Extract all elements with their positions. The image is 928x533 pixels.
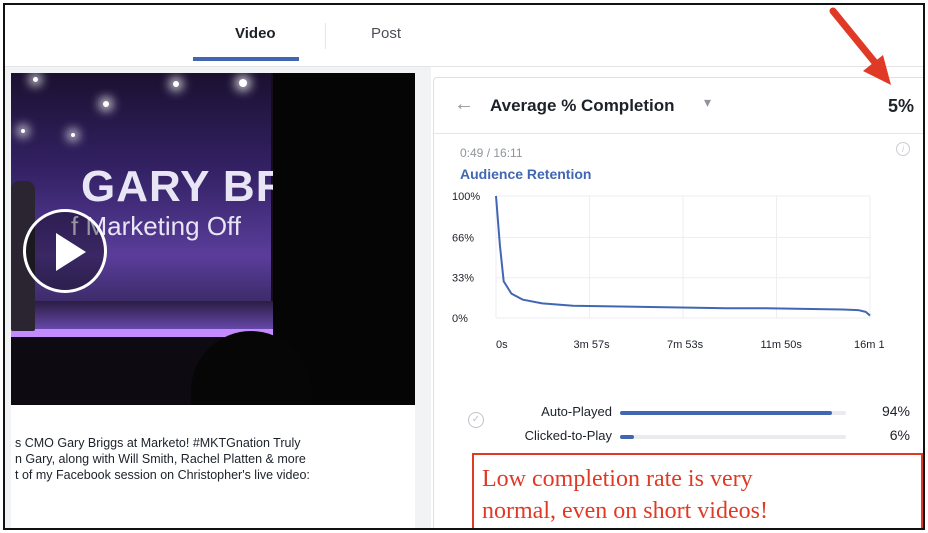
- tab-bar: Video Post: [5, 5, 923, 67]
- play-row-label: Auto-Played: [541, 404, 612, 419]
- chart-y-tick-label: 100%: [452, 191, 480, 203]
- annotation-text: Low completion rate is very normal, even…: [482, 463, 768, 527]
- play-row-auto: Auto-Played 94%: [434, 402, 923, 422]
- play-icon: [56, 233, 86, 271]
- play-bar-track: [620, 411, 846, 415]
- tab-divider: [325, 23, 326, 49]
- play-button[interactable]: [23, 209, 107, 293]
- chart-x-tick-label: 0s: [496, 339, 508, 351]
- retention-chart: 100% 66% 33% 0% 0s 3m 57s 7m 53s 11m 50s 16m 1: [452, 191, 885, 351]
- video-player[interactable]: GARY BR f Marketing Off: [11, 73, 415, 405]
- annotation-line: Low completion rate is very: [482, 466, 753, 492]
- caption-line: n Gary, along with Will Smith, Rachel Pl…: [15, 452, 306, 466]
- post-caption-box: s CMO Gary Briggs at Marketo! #MKTGnatio…: [11, 405, 415, 528]
- play-bar-fill: [620, 411, 833, 415]
- annotation-callout: Low completion rate is very normal, even…: [472, 453, 923, 528]
- stage-light: [239, 79, 247, 87]
- banner-name: GARY BR: [81, 162, 289, 211]
- screenshot-frame: Video Post GARY BR f Marketing Off s CMO…: [3, 3, 925, 530]
- chart-y-tick-label: 0%: [452, 313, 468, 325]
- stage-light: [21, 129, 25, 133]
- play-row-clicked: Clicked-to-Play 6%: [434, 426, 923, 446]
- play-row-percent: 6%: [889, 427, 910, 443]
- stage-light: [71, 133, 75, 137]
- chart-x-tick-label: 7m 53s: [667, 339, 704, 351]
- stage-floor: [11, 301, 273, 331]
- play-row-label: Clicked-to-Play: [524, 428, 612, 443]
- chart-y-tick-label: 33%: [452, 273, 474, 285]
- tab-post[interactable]: Post: [371, 25, 401, 42]
- play-bar-fill: [620, 435, 634, 439]
- play-row-percent: 94%: [881, 403, 910, 419]
- stage-light: [173, 81, 179, 87]
- chevron-down-icon[interactable]: ▾: [704, 94, 711, 111]
- chart-x-tick-label: 11m 50s: [761, 339, 803, 351]
- post-caption: s CMO Gary Briggs at Marketo! #MKTGnatio…: [15, 435, 310, 483]
- active-tab-indicator: [193, 57, 299, 61]
- stage-banner: GARY BR f Marketing Off: [71, 162, 289, 242]
- metric-selector[interactable]: Average % Completion: [490, 96, 675, 116]
- play-bar-track: [620, 435, 846, 439]
- annotation-line: normal, even on short videos!: [482, 498, 768, 524]
- tab-video[interactable]: Video: [235, 25, 276, 42]
- red-arrow-annotation: [829, 7, 891, 85]
- time-readout: 0:49 / 16:11: [460, 146, 523, 160]
- caption-line: s CMO Gary Briggs at Marketo! #MKTGnatio…: [15, 436, 301, 450]
- info-icon[interactable]: i: [896, 142, 910, 156]
- chart-y-tick-label: 66%: [452, 232, 474, 244]
- back-arrow-icon[interactable]: ←: [454, 93, 474, 116]
- chart-x-tick-label: 16m 1: [854, 339, 885, 351]
- stage-light: [103, 101, 109, 107]
- metric-value: 5%: [887, 96, 914, 116]
- caption-line: t of my Facebook session on Christopher'…: [15, 468, 310, 482]
- chart-x-tick-label: 3m 57s: [574, 339, 611, 351]
- arrow-shaft: [829, 7, 881, 69]
- stage-light: [33, 77, 38, 82]
- chart-title: Audience Retention: [460, 166, 592, 182]
